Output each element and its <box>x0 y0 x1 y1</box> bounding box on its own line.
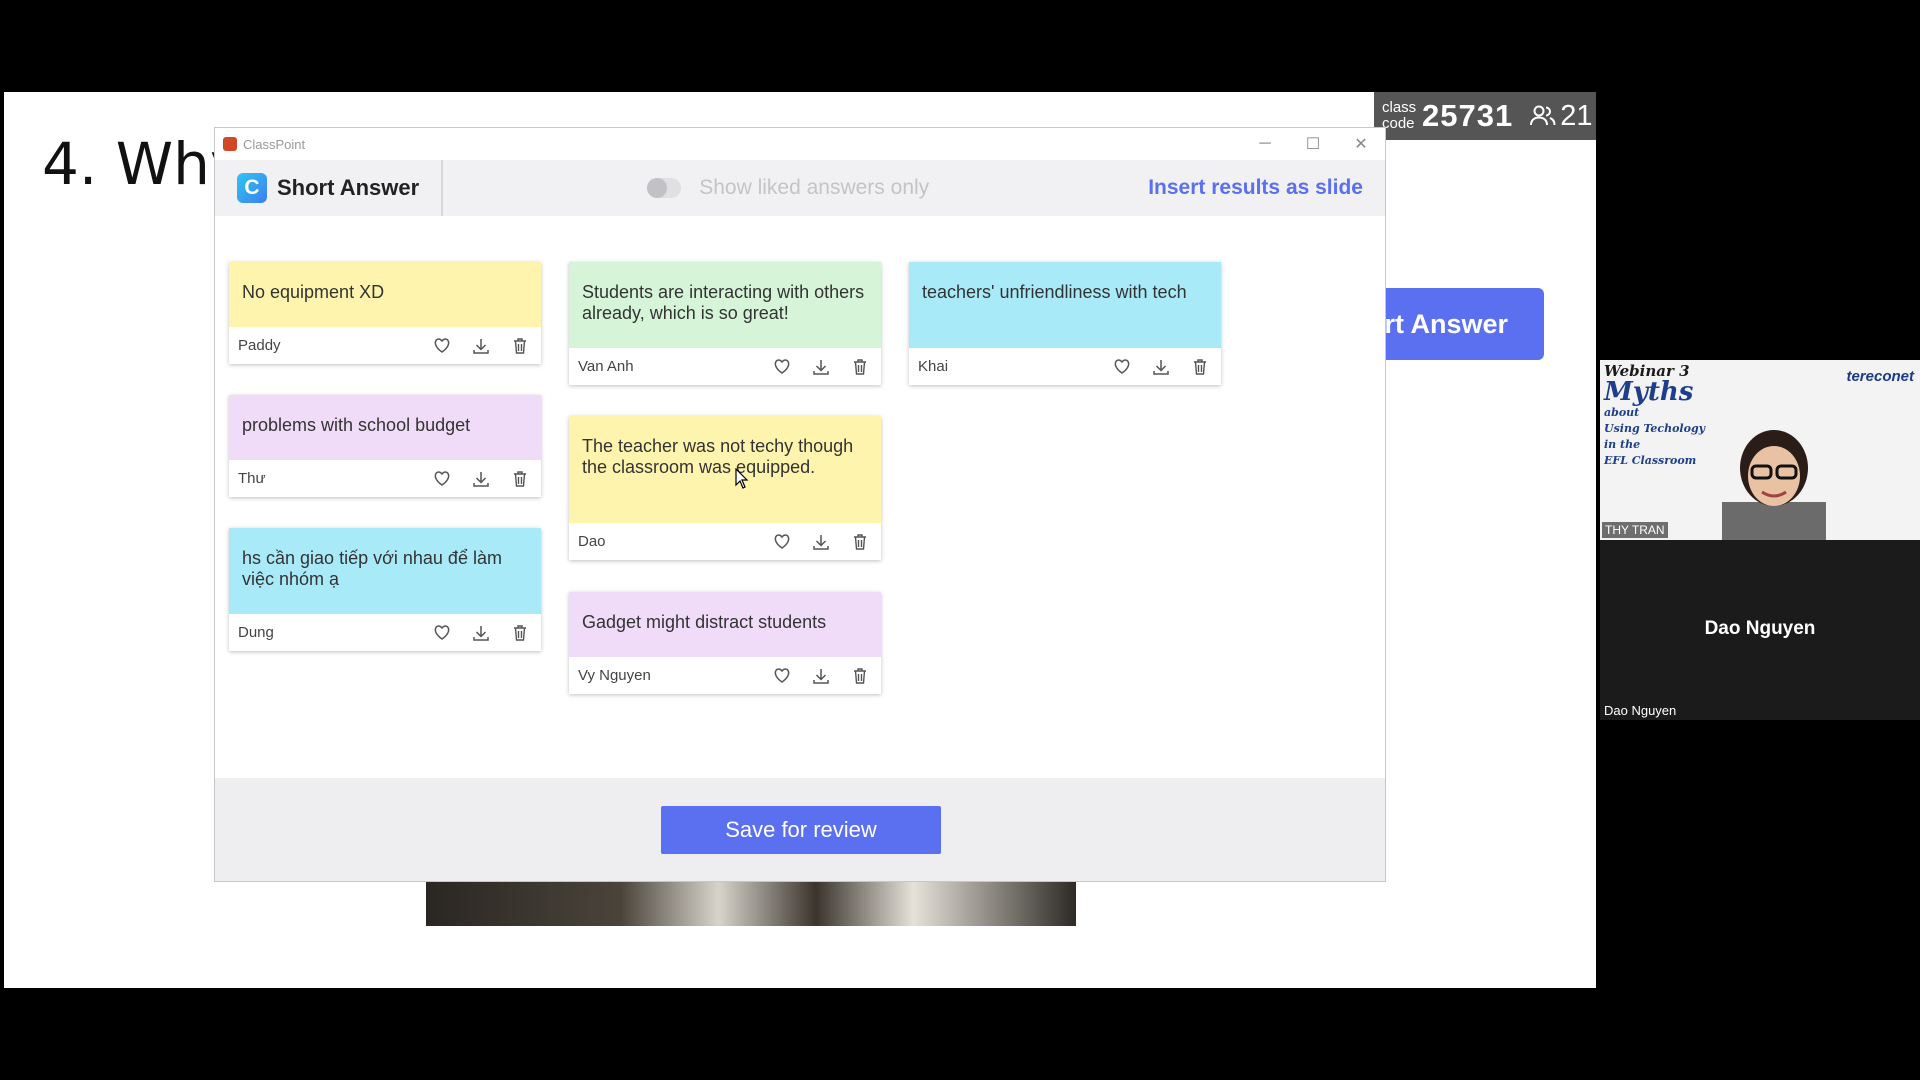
answer-footer: Van Anh <box>569 348 881 385</box>
answer-card: Gadget might distract students Vy Nguyen <box>569 592 881 694</box>
download-icon[interactable] <box>467 619 495 647</box>
window-titlebar: ClassPoint ─ ☐ ✕ <box>215 128 1385 160</box>
answer-text: The teacher was not techy though the cla… <box>569 416 881 523</box>
answer-author: Van Anh <box>578 358 634 375</box>
participant-count: 21 <box>1529 100 1592 133</box>
trash-icon[interactable] <box>506 332 534 360</box>
answer-card: problems with school budget Thư <box>229 395 541 497</box>
participant-name: Dao Nguyen <box>1604 703 1677 718</box>
banner-line: EFL Classroom <box>1604 454 1697 467</box>
class-code-panel: class code 25731 21 <box>1374 92 1596 140</box>
answer-author: Vy Nguyen <box>578 667 651 684</box>
download-icon[interactable] <box>1147 353 1175 381</box>
liked-only-label: Show liked answers only <box>699 176 930 199</box>
answer-footer: Dao <box>569 523 881 560</box>
download-icon[interactable] <box>467 332 495 360</box>
answer-card: hs cần giao tiếp với nhau để làm việc nh… <box>229 528 541 651</box>
tereconet-logo: tereconet <box>1846 368 1914 385</box>
answer-text: teachers' unfriendliness with tech <box>909 262 1221 348</box>
trash-icon[interactable] <box>506 465 534 493</box>
download-icon[interactable] <box>807 528 835 556</box>
answer-text: problems with school budget <box>229 395 541 460</box>
answer-author: Thư <box>238 470 266 487</box>
participant-display-name: Dao Nguyen <box>1704 618 1816 639</box>
answer-text: hs cần giao tiếp với nhau để làm việc nh… <box>229 528 541 614</box>
save-for-review-button[interactable]: Save for review <box>661 806 941 854</box>
maximize-button[interactable]: ☐ <box>1289 128 1337 160</box>
trash-icon[interactable] <box>846 353 874 381</box>
download-icon[interactable] <box>467 465 495 493</box>
class-code-value: 25731 <box>1422 98 1514 133</box>
answer-text: Students are interacting with others alr… <box>569 262 881 348</box>
answer-text: Gadget might distract students <box>569 592 881 657</box>
video-tile-presenter[interactable]: Webinar 3 Myths about Using Techology in… <box>1600 360 1920 540</box>
answer-author: Dung <box>238 624 274 641</box>
banner-line: Myths <box>1604 377 1694 407</box>
powerpoint-icon <box>223 137 237 151</box>
window-header: C Short Answer Show liked answers only I… <box>215 160 1385 216</box>
trash-icon[interactable] <box>1186 353 1214 381</box>
answer-author: Paddy <box>238 337 281 354</box>
like-icon[interactable] <box>768 353 796 381</box>
insert-results-link[interactable]: Insert results as slide <box>1148 176 1363 200</box>
like-icon[interactable] <box>1108 353 1136 381</box>
answer-card: teachers' unfriendliness with tech Khai <box>909 262 1221 385</box>
webinar-banner: Webinar 3 Myths about Using Techology in… <box>1604 364 1705 469</box>
window-app-name: ClassPoint <box>243 136 306 152</box>
close-button[interactable]: ✕ <box>1337 128 1385 160</box>
trash-icon[interactable] <box>506 619 534 647</box>
like-icon[interactable] <box>768 528 796 556</box>
answer-card: The teacher was not techy though the cla… <box>569 416 881 560</box>
trash-icon[interactable] <box>846 528 874 556</box>
classpoint-logo-icon: C <box>237 173 267 203</box>
answer-card: Students are interacting with others alr… <box>569 262 881 385</box>
slide-photo <box>426 880 1076 926</box>
answers-board: No equipment XD Paddy problems with scho… <box>215 216 1385 778</box>
like-icon[interactable] <box>428 465 456 493</box>
like-icon[interactable] <box>428 619 456 647</box>
answer-footer: Khai <box>909 348 1221 385</box>
download-icon[interactable] <box>807 662 835 690</box>
banner-line: in the <box>1604 438 1641 451</box>
like-icon[interactable] <box>768 662 796 690</box>
liked-only-filter[interactable]: Show liked answers only <box>647 176 929 200</box>
answer-footer: Paddy <box>229 327 541 364</box>
answer-footer: Dung <box>229 614 541 651</box>
banner-line: Using Techology <box>1604 422 1706 435</box>
participant-name: THY TRAN <box>1602 522 1668 538</box>
trash-icon[interactable] <box>846 662 874 690</box>
presenter-avatar <box>1722 430 1826 540</box>
liked-only-toggle[interactable] <box>647 178 682 198</box>
download-icon[interactable] <box>807 353 835 381</box>
banner-line: about <box>1604 406 1640 419</box>
answer-text: No equipment XD <box>229 262 541 327</box>
brand: C Short Answer <box>215 160 444 216</box>
minimize-button[interactable]: ─ <box>1241 128 1289 160</box>
people-icon <box>1530 105 1556 126</box>
classpoint-window: ClassPoint ─ ☐ ✕ C Short Answer Show lik… <box>214 127 1386 882</box>
participant-count-value: 21 <box>1560 99 1593 132</box>
like-icon[interactable] <box>428 332 456 360</box>
answer-footer: Thư <box>229 460 541 497</box>
class-code-label: class code <box>1382 99 1417 132</box>
answer-footer: Vy Nguyen <box>569 657 881 694</box>
mouse-cursor-icon <box>735 468 749 489</box>
window-footer: Save for review <box>215 778 1385 881</box>
answer-author: Khai <box>918 358 949 375</box>
video-tile-participant[interactable]: Dao Nguyen Dao Nguyen <box>1600 540 1920 720</box>
page-title: Short Answer <box>277 175 420 200</box>
answer-author: Dao <box>578 533 606 550</box>
answer-card: No equipment XD Paddy <box>229 262 541 364</box>
